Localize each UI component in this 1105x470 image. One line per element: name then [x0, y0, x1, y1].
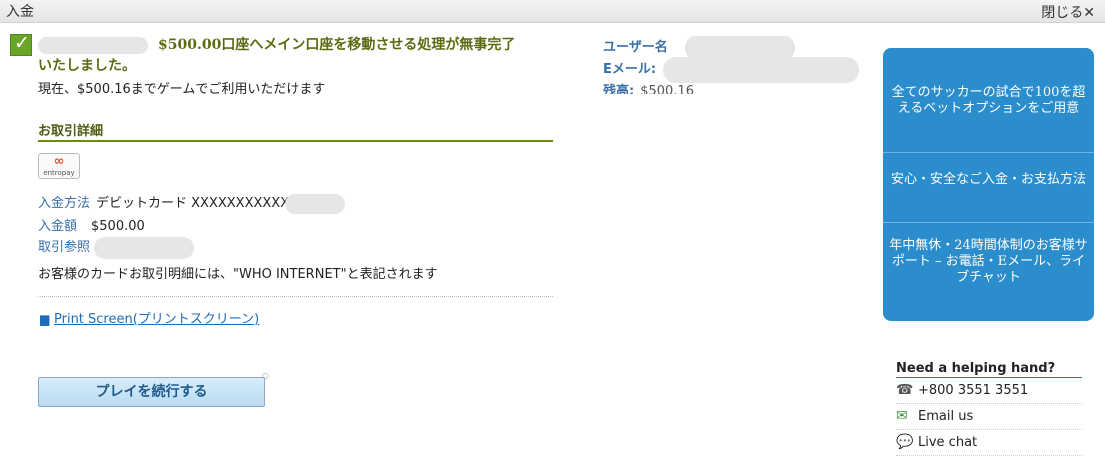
- available-balance-text: 現在、$500.16までゲームでご利用いただけます: [38, 82, 326, 97]
- entropay-logo: ∞ entropay: [38, 153, 80, 179]
- chat-bubble-icon: 💬: [896, 434, 914, 450]
- help-live-chat-link[interactable]: 💬 Live chat: [896, 430, 1082, 456]
- check-icon: ✓: [10, 32, 32, 56]
- balance-label: 残高:: [603, 84, 635, 94]
- success-line-2: いたしました。: [38, 58, 136, 74]
- deposit-amount-label: 入金額: [38, 219, 78, 234]
- success-message: $500.00口座へメイン口座を移動させる処理が無事完了 いたしました。: [38, 35, 568, 77]
- balance-value: $500.16: [640, 84, 694, 94]
- promo-item-betting-options: 全てのサッカーの試合で100を超えるベットオプションをご用意: [891, 85, 1086, 116]
- help-title: Need a helping hand?: [896, 361, 1082, 378]
- deposit-amount-value: $500.00: [91, 219, 145, 234]
- help-panel: Need a helping hand? ☎ +800 3551 3551 ✉ Em…: [896, 361, 1082, 456]
- close-button[interactable]: 閉じる✕: [1041, 2, 1095, 22]
- continue-play-button[interactable]: プレイを続行する: [38, 377, 265, 407]
- redacted-username: [38, 37, 148, 54]
- button-marker: ○: [262, 371, 269, 380]
- transaction-details-title: お取引詳細: [38, 120, 553, 142]
- statement-note: お客様のカードお取引明細には、"WHO INTERNET"と表記されます: [38, 267, 438, 282]
- deposit-method-row: 入金方法 デビットカード XXXXXXXXXXX: [38, 192, 346, 214]
- window-titlebar: 入金 閉じる✕: [0, 0, 1105, 23]
- success-line-1: $500.00口座へメイン口座を移動させる処理が無事完了: [158, 37, 516, 53]
- help-phone[interactable]: ☎ +800 3551 3551: [896, 378, 1082, 404]
- printer-icon: ▆: [40, 312, 50, 326]
- redacted-reference: [94, 236, 195, 259]
- deposit-method-label: 入金方法: [38, 196, 91, 211]
- deposit-method-value: デビットカード XXXXXXXXXXX: [96, 196, 290, 211]
- headset-icon: ☎: [896, 382, 914, 398]
- print-screen-link[interactable]: ▆ Print Screen(プリントスクリーン): [40, 308, 259, 327]
- promo-item-safe-payments: 安心・安全なご入金・お支払方法: [890, 172, 1086, 187]
- promo-panel: 全てのサッカーの試合で100を超えるベットオプションをご用意 安心・安全なご入金…: [883, 48, 1094, 321]
- divider: [38, 296, 553, 297]
- promo-divider: [883, 152, 1094, 153]
- username-label: ユーザー名: [603, 40, 668, 55]
- email-label: Eメール:: [603, 62, 657, 77]
- deposit-amount-row: 入金額 $500.00: [38, 215, 145, 234]
- transaction-ref-row: 取引参照: [38, 236, 195, 259]
- window-title: 入金: [6, 4, 34, 20]
- help-email-link[interactable]: ✉ Email us: [896, 404, 1082, 430]
- redacted-card-number: [285, 193, 346, 214]
- transaction-ref-label: 取引参照: [38, 240, 91, 255]
- promo-item-support: 年中無休・24時間体制のお客様サポート – お電話・Eメール、ライブチャット: [889, 238, 1088, 285]
- promo-divider: [883, 222, 1094, 223]
- email-icon: ✉: [896, 408, 908, 424]
- user-info: ユーザー名 Eメール: 残高: $500.16: [603, 36, 863, 94]
